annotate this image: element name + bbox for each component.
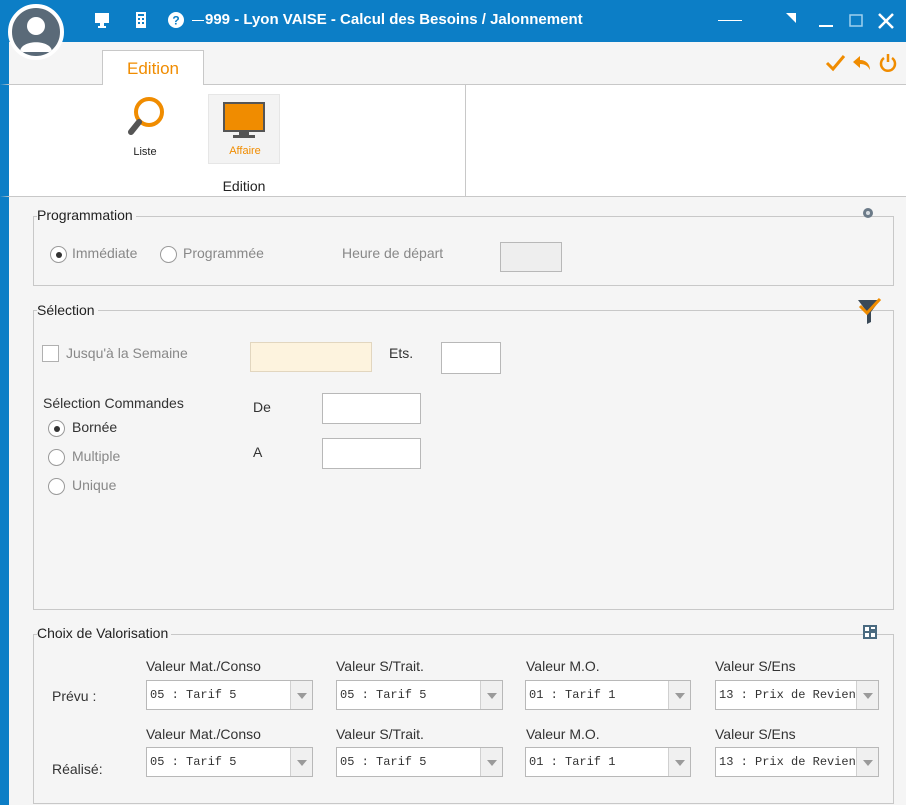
label-selection-commandes: Sélection Commandes [43, 395, 184, 411]
checkbox-jusqu-semaine[interactable] [42, 345, 59, 362]
select-prevu-s-ens[interactable]: 13 : Prix de Revien [715, 680, 879, 710]
title-divider-left [192, 20, 204, 21]
header-mo: Valeur M.O. [526, 658, 600, 674]
select-value: 05 : Tarif 5 [150, 755, 237, 769]
legend-selection: Sélection [37, 302, 98, 318]
select-prevu-mat-conso[interactable]: 05 : Tarif 5 [146, 680, 313, 710]
user-avatar-icon[interactable] [8, 4, 64, 60]
ribbon-label-affaire: Affaire [229, 145, 261, 157]
ribbon-label-liste: Liste [133, 146, 157, 158]
restore-icon[interactable] [780, 11, 800, 31]
select-value: 05 : Tarif 5 [340, 688, 427, 702]
label-de: De [253, 399, 271, 415]
clock-icon[interactable] [862, 206, 874, 218]
chevron-down-icon[interactable] [290, 681, 312, 709]
undo-icon[interactable] [851, 52, 873, 80]
minimize-icon[interactable] [816, 11, 836, 31]
ribbon-group-label: Edition [222, 178, 266, 194]
label-prevu: Prévu : [52, 688, 97, 704]
legend-programmation: Programmation [37, 207, 136, 223]
close-icon[interactable] [876, 11, 896, 31]
calculator-icon[interactable] [862, 624, 878, 640]
ets-input[interactable] [441, 342, 501, 374]
title-divider-right [718, 20, 742, 21]
label-ets: Ets. [389, 345, 414, 361]
select-value: 13 : Prix de Revien [719, 688, 856, 702]
header-mat-conso: Valeur Mat./Conso [146, 658, 261, 674]
label-programmee: Programmée [183, 245, 264, 261]
ribbon-separator [465, 85, 466, 197]
header-s-ens: Valeur S/Ens [715, 658, 796, 674]
select-value: 01 : Tarif 1 [529, 688, 616, 702]
radio-multiple[interactable] [48, 449, 65, 466]
monitor-icon [222, 101, 266, 141]
search-icon [125, 96, 165, 140]
window-title: 999 - Lyon VAISE - Calcul des Besoins / … [205, 11, 583, 28]
header-mat-conso: Valeur Mat./Conso [146, 726, 261, 742]
radio-unique[interactable] [48, 478, 65, 495]
ribbon-button-affaire[interactable]: Affaire [208, 94, 280, 164]
chevron-down-icon[interactable] [668, 681, 690, 709]
chevron-down-icon[interactable] [480, 748, 502, 776]
header-s-trait: Valeur S/Trait. [336, 726, 424, 742]
label-realise: Réalisé: [52, 761, 103, 777]
label-jusqu-semaine: Jusqu'à la Semaine [66, 345, 188, 361]
maximize-icon[interactable] [846, 11, 866, 31]
monitor-icon[interactable] [92, 11, 112, 31]
select-value: 01 : Tarif 1 [529, 755, 616, 769]
radio-bornee[interactable] [48, 420, 65, 437]
de-input[interactable] [322, 393, 421, 424]
select-prevu-s-trait[interactable]: 05 : Tarif 5 [336, 680, 503, 710]
chevron-down-icon[interactable] [480, 681, 502, 709]
heure-depart-input[interactable] [500, 242, 562, 272]
label-unique: Unique [72, 477, 117, 493]
svg-text:?: ? [172, 14, 179, 28]
phone-icon[interactable] [131, 11, 151, 31]
select-value: 05 : Tarif 5 [340, 755, 427, 769]
header-s-trait: Valeur S/Trait. [336, 658, 424, 674]
ribbon-button-liste[interactable]: Liste [117, 96, 173, 162]
select-value: 05 : Tarif 5 [150, 688, 237, 702]
chevron-down-icon[interactable] [856, 748, 878, 776]
select-realise-mat-conso[interactable]: 05 : Tarif 5 [146, 747, 313, 777]
chevron-down-icon[interactable] [290, 748, 312, 776]
help-icon[interactable]: ? [166, 11, 186, 31]
radio-immediate[interactable] [50, 246, 67, 263]
label-a: A [253, 444, 263, 460]
label-multiple: Multiple [72, 448, 121, 464]
semaine-input[interactable] [250, 342, 372, 372]
select-realise-s-ens[interactable]: 13 : Prix de Revien [715, 747, 879, 777]
chevron-down-icon[interactable] [668, 748, 690, 776]
header-s-ens: Valeur S/Ens [715, 726, 796, 742]
label-heure-depart: Heure de départ [342, 245, 444, 261]
header-mo: Valeur M.O. [526, 726, 600, 742]
select-realise-mo[interactable]: 01 : Tarif 1 [525, 747, 691, 777]
legend-valorisation: Choix de Valorisation [37, 625, 172, 641]
a-input[interactable] [322, 438, 421, 469]
label-immediate: Immédiate [72, 245, 138, 261]
power-icon[interactable] [878, 52, 898, 80]
label-bornee: Bornée [72, 419, 118, 435]
filter-check-icon[interactable] [856, 296, 882, 326]
select-realise-s-trait[interactable]: 05 : Tarif 5 [336, 747, 503, 777]
check-icon[interactable] [824, 52, 846, 80]
radio-programmee[interactable] [160, 246, 177, 263]
select-value: 13 : Prix de Revien [719, 755, 856, 769]
tab-edition[interactable]: Edition [102, 50, 204, 86]
select-prevu-mo[interactable]: 01 : Tarif 1 [525, 680, 691, 710]
chevron-down-icon[interactable] [856, 681, 878, 709]
